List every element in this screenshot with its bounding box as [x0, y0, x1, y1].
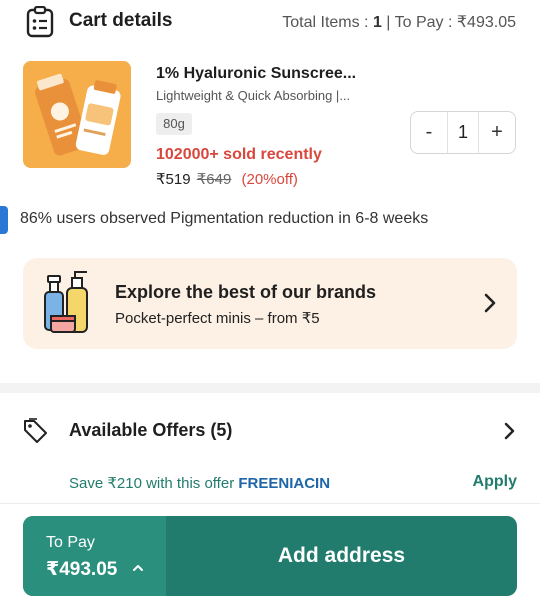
pay-label: To Pay :: [394, 14, 457, 31]
chevron-right-icon[interactable]: [504, 422, 516, 440]
discount-label: (20%off): [241, 171, 298, 188]
quantity-value: 1: [447, 112, 479, 153]
section-divider: [0, 383, 540, 393]
quantity-stepper: - 1 +: [410, 111, 516, 154]
page-title: Cart details: [69, 10, 173, 31]
pay-amount: ₹493.05: [456, 14, 516, 31]
increase-quantity-button[interactable]: +: [479, 112, 515, 153]
cosmetics-bottles-icon: [44, 271, 88, 333]
decrease-quantity-button[interactable]: -: [411, 112, 447, 153]
apply-offer-button[interactable]: Apply: [473, 473, 517, 491]
to-pay-label: To Pay: [46, 534, 95, 551]
cart-summary: Total Items : 1 | To Pay : ₹493.05: [282, 12, 516, 32]
sold-count: 102000+ sold recently: [156, 146, 322, 163]
sunscreen-tubes-illustration: [23, 61, 131, 168]
tag-icon: [24, 418, 47, 443]
summary-separator: |: [381, 14, 395, 31]
items-label: Total Items :: [282, 14, 373, 31]
chevron-up-icon: [133, 565, 143, 571]
price-row: ₹519 ₹649 (20%off): [156, 170, 298, 188]
brand-banner-title: Explore the best of our brands: [115, 282, 377, 302]
offer-description: Save ₹210 with this offer: [69, 475, 239, 492]
items-count: 1: [372, 14, 382, 31]
product-title[interactable]: 1% Hyaluronic Sunscree...: [156, 65, 356, 83]
cart-header: Cart details Total Items : 1 | To Pay : …: [0, 0, 540, 48]
info-accent-bar: [0, 206, 8, 234]
mrp-price: ₹649: [196, 171, 232, 188]
available-offers-title[interactable]: Available Offers (5): [69, 420, 232, 441]
pigmentation-info: 86% users observed Pigmentation reductio…: [20, 210, 429, 227]
product-image[interactable]: [23, 61, 131, 168]
brand-banner[interactable]: Explore the best of our brands Pocket-pe…: [23, 258, 517, 349]
to-pay-summary[interactable]: To Pay ₹493.05: [23, 516, 166, 596]
offer-code: FREENIACIN: [238, 475, 331, 492]
product-size-badge: 80g: [156, 113, 192, 135]
brand-banner-subtitle: Pocket-perfect minis – from ₹5: [115, 310, 320, 327]
checkout-bar: To Pay ₹493.05 Add address: [23, 516, 517, 596]
footer-divider: [0, 503, 540, 504]
add-address-button[interactable]: Add address: [166, 516, 517, 596]
product-subtitle: Lightweight & Quick Absorbing |...: [156, 88, 351, 103]
to-pay-amount: ₹493.05: [46, 559, 118, 580]
selling-price: ₹519: [156, 171, 191, 188]
offer-text: Save ₹210 with this offer FREENIACIN: [69, 474, 330, 492]
chevron-right-icon: [484, 293, 496, 313]
clipboard-list-icon: [26, 6, 54, 38]
